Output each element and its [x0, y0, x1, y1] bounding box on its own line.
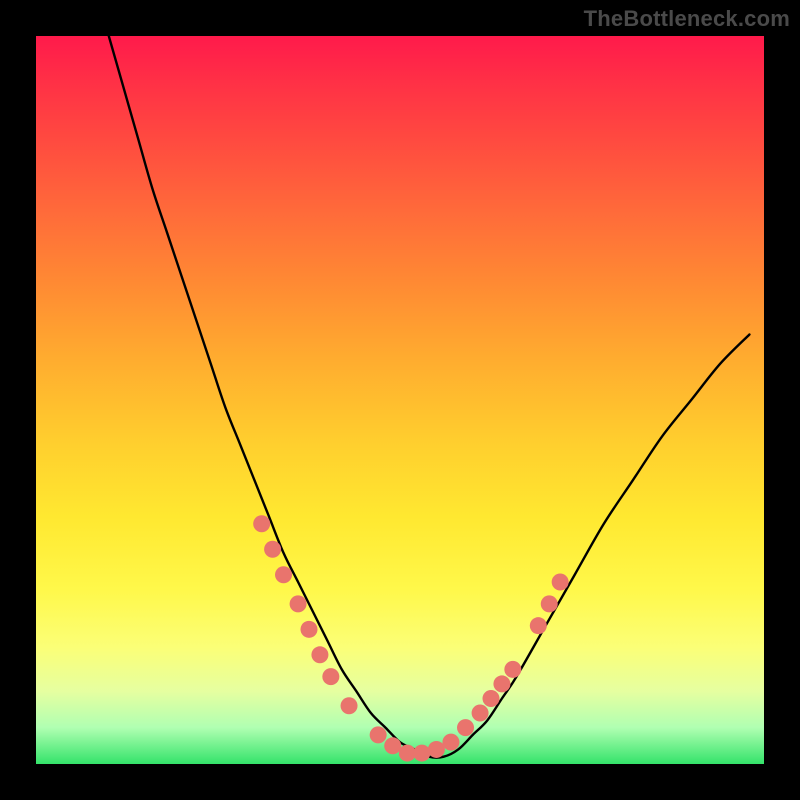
marker-dot	[413, 745, 430, 762]
marker-dot	[552, 574, 569, 591]
marker-dot	[253, 515, 270, 532]
marker-dot	[322, 668, 339, 685]
marker-dot	[370, 726, 387, 743]
marker-dot	[399, 745, 416, 762]
marker-dot	[457, 719, 474, 736]
marker-dot	[341, 697, 358, 714]
watermark-label: TheBottleneck.com	[584, 6, 790, 32]
curve-layer	[36, 36, 764, 764]
marker-dots	[253, 515, 568, 761]
plot-area	[36, 36, 764, 764]
marker-dot	[301, 621, 318, 638]
marker-dot	[311, 646, 328, 663]
marker-dot	[290, 595, 307, 612]
marker-dot	[483, 690, 500, 707]
marker-dot	[442, 734, 459, 751]
marker-dot	[493, 675, 510, 692]
v-curve-line	[109, 36, 750, 758]
marker-dot	[428, 741, 445, 758]
marker-dot	[275, 566, 292, 583]
marker-dot	[530, 617, 547, 634]
marker-dot	[541, 595, 558, 612]
outer-frame: TheBottleneck.com	[0, 0, 800, 800]
marker-dot	[472, 705, 489, 722]
marker-dot	[384, 737, 401, 754]
marker-dot	[504, 661, 521, 678]
marker-dot	[264, 541, 281, 558]
